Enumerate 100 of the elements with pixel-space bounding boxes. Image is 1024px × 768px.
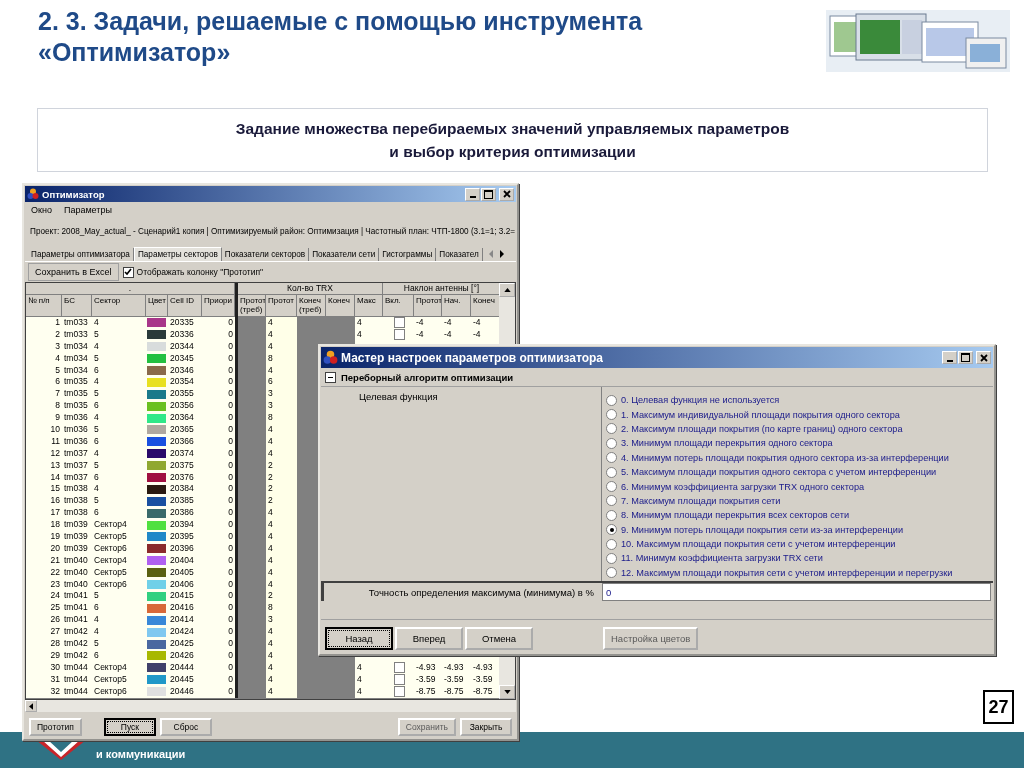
table-cell: 4 [266,424,297,436]
checkbox[interactable] [394,329,405,341]
checkbox[interactable] [122,266,134,278]
maximize-button[interactable] [481,187,496,201]
table-cell-text: 0 [227,590,234,603]
table-cell-text: 20426 [169,649,195,662]
table-cell-text: 20386 [169,507,195,520]
table-cell-text: -3.59 [415,673,437,686]
right-arrow-icon[interactable] [498,250,505,258]
table-cell-text: 27 [49,626,61,639]
minimize-button[interactable] [465,187,480,201]
table-cell-text: 5 [93,459,100,472]
table-cell-text: 8 [54,400,61,413]
dialog-button[interactable]: Отмена [465,626,533,650]
table-cell-text: 20366 [169,435,195,448]
menu-item[interactable]: Параметры [63,205,112,215]
table-cell: 2 [266,483,297,496]
table-cell-text: 5 [93,424,100,436]
radio-button[interactable] [606,409,617,421]
table-cell-text: 20344 [169,340,195,353]
table-cell-text: 0 [227,649,234,662]
checkbox[interactable] [394,686,405,698]
checkbox[interactable] [394,317,405,329]
table-cell-text: tm038 [63,495,89,508]
table-cell-text: 0 [227,626,234,639]
maximize-button[interactable] [958,351,973,364]
table-cell-text: 6 [93,507,100,520]
table-cell-text: 4 [356,685,363,698]
tab[interactable]: Гистограммы [379,248,437,261]
radio-button[interactable] [606,437,617,449]
checkbox[interactable] [394,662,405,674]
table-cell-text: 24 [49,590,61,603]
table-cell: 4 [266,638,297,650]
radio-button[interactable] [606,567,617,579]
radio-label: 8. Минимум площади перекрытия всех секторов сети [621,510,849,521]
table-cell-text: tm037 [63,471,89,484]
page-number: 27 [983,690,1014,724]
radio-button[interactable] [606,538,617,550]
table-cell-text: tm044 [63,685,89,698]
window-button[interactable]: Прототип [29,718,82,736]
table-cell-text: 21 [49,554,61,567]
dialog-button[interactable]: Назад [325,626,393,650]
table-cell: 4 [266,507,297,520]
table-cell-text: 13 [49,459,61,472]
input-field[interactable]: 0 [602,583,991,601]
table-cell-text: 4 [356,673,363,686]
table-cell-text: 20364 [169,412,195,425]
table-cell-text: 5 [93,388,100,401]
table-cell-text: tm034 [63,340,89,353]
close-button[interactable] [976,351,991,364]
table-cell-text: 20374 [169,447,195,460]
radio-button[interactable] [606,481,617,493]
radio-button[interactable] [606,524,617,536]
tab[interactable]: Параметры оптимизатора [28,248,134,261]
table-cell-text: 20394 [169,519,195,532]
down-arrow-icon[interactable] [503,690,511,694]
tab[interactable]: Показател [436,248,483,261]
dialog-button[interactable]: Вперед [395,626,463,650]
table-cell-text: 0 [227,388,234,401]
table-cell-text: 29 [49,649,61,662]
window-button[interactable]: Закрыть [460,718,512,736]
table-cell-text: 4 [356,661,363,674]
table-cell-text: tm040 [63,566,89,579]
close-button[interactable] [499,187,514,201]
window-button[interactable]: Пуск [103,718,156,736]
radio-label: 3. Минимум площади перекрытия одного сектора [621,438,833,449]
tab[interactable]: Показатели сети [309,248,380,261]
table-cell-text: 12 [49,447,61,460]
tab[interactable]: Параметры секторов [133,247,222,261]
menu-item[interactable]: Окно [31,205,52,215]
tab[interactable]: Показатели секторов [221,248,310,261]
radio-button[interactable] [606,452,617,464]
radio-button[interactable] [606,495,617,507]
project-info: Проект: 2008_May_actual_ - Сценарий1 копия | Оптимизируемый район: Оптимизация | Частотный план: ЧТП-1800 (3.1=1; 3.2= [30,226,516,236]
table-cell-text: 4 [93,340,100,353]
radio-button[interactable] [606,509,617,521]
table-cell-text: 31 [49,673,61,686]
table-cell-text: 5 [54,364,61,377]
table-cell-text: 20355 [169,388,195,401]
table-cell-text: Сектор6 [93,542,128,555]
app-icon [27,188,39,200]
minimize-button[interactable] [942,351,957,364]
collapse-toggle[interactable] [325,371,336,383]
radio-button[interactable] [606,394,617,406]
excel-button[interactable]: Сохранить в Excel [28,263,119,281]
left-arrow-icon[interactable] [29,702,33,710]
table-cell-text: 4 [93,626,100,639]
horizontal-scrollbar[interactable] [25,700,516,712]
checkbox[interactable] [394,674,405,686]
radio-button[interactable] [606,423,617,435]
up-arrow-icon[interactable] [503,288,511,292]
radio-button[interactable] [606,466,617,478]
table-cell-text: -8.75 [415,685,437,698]
table-cell-text: Сектор6 [93,685,128,698]
table-cell-text: 4 [54,352,61,365]
window-button[interactable]: Сброс [159,718,212,736]
radio-button[interactable] [606,553,617,564]
table-cell-text: tm041 [63,614,89,627]
table-cell-text: 0 [227,507,234,520]
table-cell-text: tm044 [63,673,89,686]
